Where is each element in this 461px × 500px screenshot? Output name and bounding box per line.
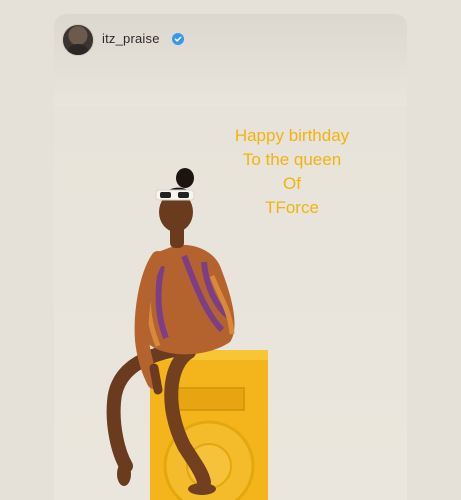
caption-line-2: To the queen bbox=[242, 150, 342, 169]
caption-line-4: TForce bbox=[265, 198, 319, 217]
story-header: itz_praise bbox=[54, 14, 407, 106]
story-card[interactable]: itz_praise Happy birthday To the queen O… bbox=[54, 14, 407, 500]
verified-icon bbox=[172, 33, 184, 45]
avatar[interactable] bbox=[62, 24, 94, 56]
caption-line-1: Happy birthday bbox=[234, 126, 350, 145]
username[interactable]: itz_praise bbox=[102, 31, 160, 46]
caption-line-3: Of bbox=[283, 174, 301, 193]
birthday-caption: Happy birthday To the queen Of TForce bbox=[222, 124, 362, 220]
